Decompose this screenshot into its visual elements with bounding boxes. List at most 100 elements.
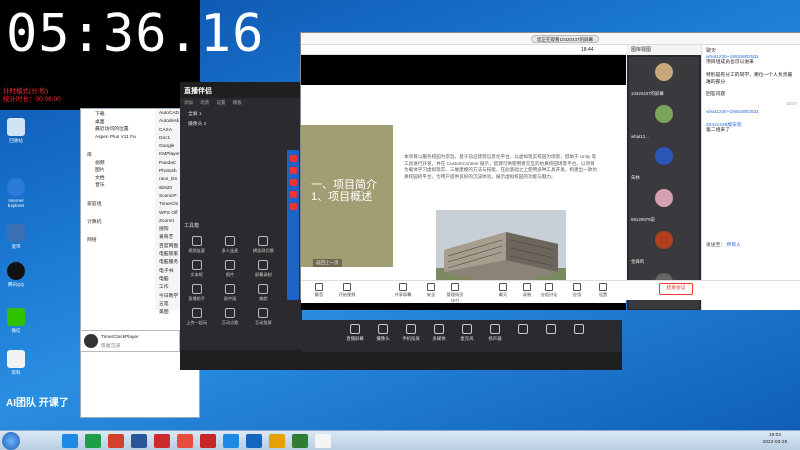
stream-tool-button[interactable]: 互动投屏 xyxy=(247,306,280,330)
participant-tile[interactable]: 金烽鸣 xyxy=(629,225,699,267)
folder-icon xyxy=(7,350,25,368)
meeting-toolbar-button[interactable]: 管理成员(57) xyxy=(443,283,467,303)
stream-bottom-bar xyxy=(180,350,622,370)
tool-icon xyxy=(191,308,202,318)
participant-tile[interactable]: 10420437的屏幕 xyxy=(629,57,699,99)
control-icon xyxy=(378,324,388,334)
tool-label: 美颜 xyxy=(259,296,268,301)
control-icon xyxy=(546,324,556,334)
stream-control-button[interactable]: 直播屏幕 xyxy=(342,324,368,342)
chat-text: 第二组来了 xyxy=(706,128,730,134)
stream-tool-button[interactable]: 直播助手 xyxy=(180,282,213,306)
stream-tool-button[interactable]: 互动点歌 xyxy=(213,306,246,330)
participant-name: what12... xyxy=(631,134,649,139)
stream-control-button[interactable] xyxy=(538,324,564,336)
slide-back-button[interactable]: 返回上一页 xyxy=(313,259,342,267)
stream-tool-button[interactable]: 屏幕录制 xyxy=(247,258,280,282)
taskbar-app-icon[interactable] xyxy=(223,434,239,448)
taskbar-app-icon[interactable] xyxy=(177,434,193,448)
taskbar-app-icon[interactable] xyxy=(292,434,308,448)
meeting-toolbar-button[interactable]: 设置 xyxy=(591,283,615,298)
tool-label: 视频连麦 xyxy=(188,248,206,253)
stream-tabs: 添加 场景 设置 模板 xyxy=(180,98,302,108)
stream-tool-button[interactable]: 多人连麦 xyxy=(213,234,246,258)
tool-label: 屏幕录制 xyxy=(254,272,272,277)
tab-template[interactable]: 模板 xyxy=(233,100,242,105)
stream-control-button[interactable]: 扬声器 xyxy=(482,324,508,342)
tool-label: 互动点歌 xyxy=(221,320,239,325)
stream-tool-button[interactable]: 画中画 xyxy=(213,282,246,306)
tab-add[interactable]: 添加 xyxy=(184,100,193,105)
tool-label: 文本框 xyxy=(190,272,203,277)
qq-icon xyxy=(7,262,25,280)
stream-control-button[interactable]: 摄像头 xyxy=(370,324,396,342)
tool-icon xyxy=(224,308,235,318)
stream-tool-button[interactable]: 横竖屏切换 xyxy=(247,234,280,258)
participant-tile[interactable]: 朱林 xyxy=(629,141,699,183)
desktop-icon-recycle-bin[interactable]: 回收站 xyxy=(2,118,30,144)
tool-icon xyxy=(224,284,235,294)
tool-icon xyxy=(191,284,202,294)
stream-tool-button[interactable]: 美颜 xyxy=(247,282,280,306)
taskbar-app-icon[interactable] xyxy=(131,434,147,448)
end-meeting-button[interactable]: 结束会议 xyxy=(659,283,693,295)
mic-indicator-icon xyxy=(289,155,297,162)
stream-tool-button[interactable]: 视频连麦 xyxy=(180,234,213,258)
meeting-titlebar: 您正在观看10420437的屏幕 xyxy=(301,33,800,45)
scene-item[interactable]: 摄像头 2 xyxy=(180,118,302,128)
stream-control-button[interactable]: 麦克风 xyxy=(454,324,480,342)
tool-icon xyxy=(224,236,235,246)
timer-display: 05:36.16 xyxy=(6,4,265,64)
taskbar-app-icon[interactable] xyxy=(154,434,170,448)
meeting-toolbar-button[interactable]: 录制 xyxy=(515,283,539,298)
start-button[interactable] xyxy=(2,432,20,450)
share-time: 18:44 xyxy=(581,47,594,53)
viewing-screen-pill[interactable]: 您正在观看10420437的屏幕 xyxy=(531,35,600,43)
taskbar-app-icon[interactable] xyxy=(269,434,285,448)
taskbar-app-icon[interactable] xyxy=(200,434,216,448)
system-clock[interactable]: 19:02 2022-03-25 xyxy=(752,432,798,446)
stream-control-button[interactable]: 手机投屏 xyxy=(398,324,424,342)
desktop-icon-broadband[interactable]: 宽带 xyxy=(2,224,30,250)
meeting-toolbar-button[interactable]: 静音 xyxy=(307,283,331,298)
desktop-icon-wechat[interactable]: 微信 xyxy=(2,308,30,334)
participant-tile[interactable]: what12... xyxy=(629,99,699,141)
toolbar-icon xyxy=(499,283,507,291)
meeting-toolbar-button[interactable]: 安全 xyxy=(419,283,443,298)
desktop-icon-qq[interactable]: 腾讯QQ xyxy=(2,262,30,288)
control-icon xyxy=(518,324,528,334)
taskbar-app-icon[interactable] xyxy=(85,434,101,448)
stream-tool-button[interactable]: 文本框 xyxy=(180,258,213,282)
meeting-toolbar-button[interactable]: 开始视频 xyxy=(335,283,359,298)
desktop-icon-folder[interactable]: 资料 xyxy=(2,350,30,376)
send-target[interactable]: 所有人 xyxy=(727,243,741,248)
send-to[interactable]: 发送至： 所有人 xyxy=(706,241,741,248)
mic-indicator-icon xyxy=(289,179,297,186)
timer-total: 统计时长：00:06:00 xyxy=(3,96,61,103)
meeting-toolbar-button[interactable]: 应用 xyxy=(565,283,589,298)
desktop-icon-ie[interactable]: Internet Explorer xyxy=(2,178,30,208)
stream-tool-button[interactable]: 图片 xyxy=(213,258,246,282)
stream-control-button[interactable] xyxy=(510,324,536,336)
tab-scene[interactable]: 场景 xyxy=(200,100,209,105)
stream-tool-button[interactable]: 上传一起玩 xyxy=(180,306,213,330)
gallery-view-button[interactable]: 图库视图 xyxy=(631,46,651,53)
taskbar-app-icon[interactable] xyxy=(108,434,124,448)
stream-control-button[interactable] xyxy=(566,324,592,336)
taskbar-app-icon[interactable] xyxy=(62,434,78,448)
scene-item[interactable]: 全屏 1 xyxy=(180,108,302,118)
tab-settings[interactable]: 设置 xyxy=(217,100,226,105)
taskbar-app-icon[interactable] xyxy=(246,434,262,448)
stream-control-button[interactable]: 多媒体 xyxy=(426,324,452,342)
meeting-toolbar-button[interactable]: 聊天 xyxy=(491,283,515,298)
meeting-toolbar-button[interactable]: 分组讨论 xyxy=(537,283,561,298)
timerclock-tip[interactable]: TimerClockPlayer 恢复沉浸 xyxy=(80,330,180,352)
participant-avatar xyxy=(655,147,673,165)
tool-label: 直播助手 xyxy=(188,296,206,301)
participant-tile[interactable]: 69120979说 xyxy=(629,183,699,225)
timer-mode: 计时模式(分:秒) xyxy=(3,88,49,95)
meeting-toolbar-button[interactable]: 共享屏幕 xyxy=(391,283,415,298)
taskbar-app-icon[interactable] xyxy=(315,434,331,448)
clock-icon xyxy=(84,334,98,348)
tool-label: 画中画 xyxy=(223,296,237,301)
